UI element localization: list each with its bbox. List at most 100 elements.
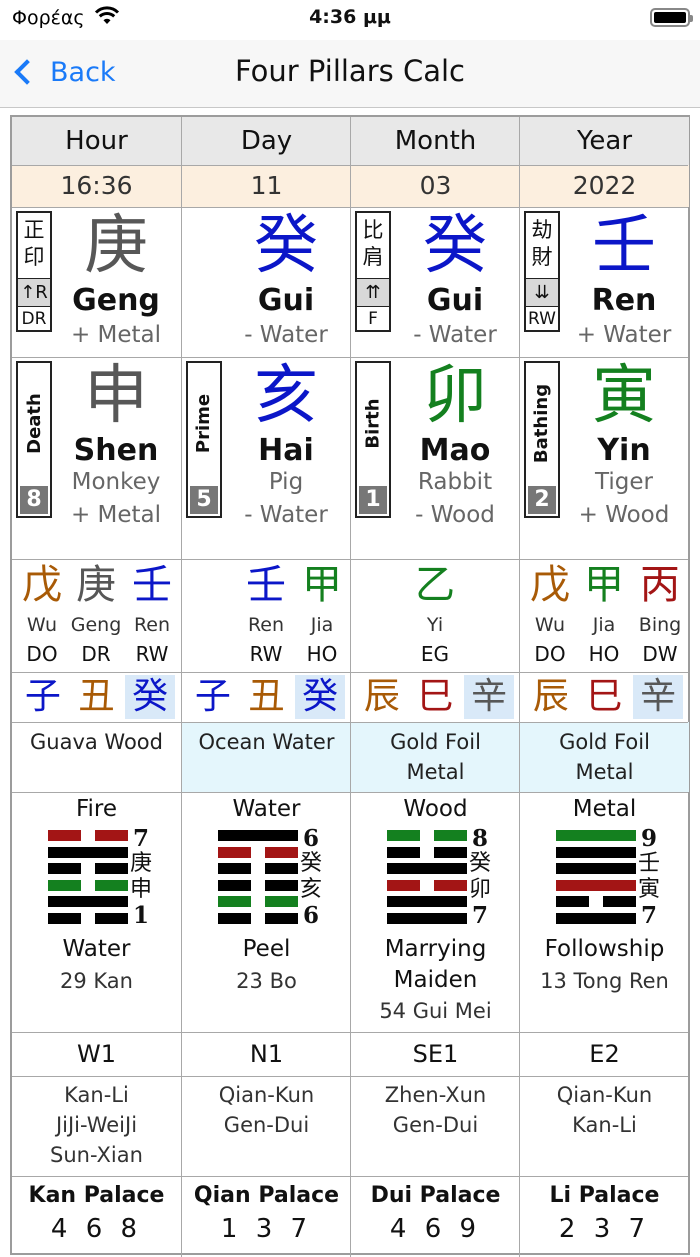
- hexagram-line: [387, 896, 467, 907]
- stem-pinyin: Gui: [257, 283, 315, 318]
- hidden-stem-god: DO: [534, 642, 566, 666]
- palace-numbers: 4 6 8: [50, 1214, 143, 1244]
- life-stage-number: 1: [359, 486, 387, 514]
- hexagram-cell[interactable]: Water 6 癸 亥 6 Peel 23 Bo: [182, 792, 351, 1032]
- earthly-branch-cell[interactable]: Death 8 申 Shen Monkey + Metal: [12, 357, 181, 559]
- branch-pinyin: Hai: [258, 433, 314, 468]
- hidden-stem-name: Ren: [133, 614, 171, 636]
- hidden-stem-god: DW: [642, 642, 678, 666]
- hexagram-cell[interactable]: Fire 7 庚 申 1 Water 29 Kan: [12, 792, 181, 1032]
- life-stage-box: Death 8: [16, 361, 52, 518]
- row-divider: [12, 722, 688, 723]
- combination-row: 辰巳辛: [520, 672, 689, 722]
- stem-character: 壬: [592, 209, 656, 283]
- branch-character: 卯: [423, 359, 487, 433]
- branch-character: 亥: [254, 359, 318, 433]
- heavenly-stem-cell[interactable]: 癸 Gui - Water: [182, 207, 351, 357]
- ten-god-box: 比 肩 ⇈ F: [355, 211, 391, 332]
- pillar-date: 11: [182, 165, 351, 207]
- hexagram-name: 23 Bo: [236, 969, 297, 993]
- combination-char: 辛: [633, 675, 684, 719]
- hidden-stem-character: 乙: [415, 562, 455, 608]
- palace-numbers: 1 3 7: [220, 1214, 313, 1244]
- hexagram-pillar-chars: 庚 申: [129, 851, 152, 902]
- row-divider: [12, 1176, 688, 1177]
- hidden-stem-god: HO: [306, 642, 338, 666]
- heavenly-stem-cell[interactable]: 比 肩 ⇈ F 癸 Gui - Water: [351, 207, 520, 357]
- hexagram-lines: [48, 830, 128, 929]
- life-stage-text: Prime: [193, 393, 215, 453]
- hidden-stem-name: Bing: [638, 614, 682, 636]
- palace-name: Kan Palace: [28, 1183, 165, 1208]
- stem-element: - Water: [413, 322, 497, 348]
- combination-char: 丑: [78, 676, 115, 717]
- palace-name: Dui Palace: [370, 1183, 501, 1208]
- palace-numbers: 4 6 9: [389, 1214, 482, 1244]
- hexagram-cell[interactable]: Wood 8 癸 卯 7 Marrying Maiden 54 Gui Mei: [351, 792, 520, 1032]
- trigram-pairs: Qian-Kun Kan-Li: [556, 1083, 653, 1137]
- life-stage-number: 8: [20, 486, 48, 514]
- hexagram-line: [387, 879, 467, 891]
- pillar-date: 03: [351, 165, 520, 207]
- heavenly-stem-cell[interactable]: 劫 財 ⇊ RW 壬 Ren + Water: [520, 207, 689, 357]
- hidden-stem: 甲 Jia HO: [576, 559, 632, 669]
- hidden-stem-god: EG: [420, 642, 450, 666]
- hidden-stem-name: Wu: [534, 614, 566, 636]
- branch-animal: Pig: [268, 469, 304, 495]
- ten-god-chars: 劫 財: [526, 213, 558, 279]
- hexagram-line: [218, 863, 298, 874]
- hidden-stem: 乙 Yi EG: [407, 559, 463, 669]
- hidden-stem-god: RW: [249, 642, 283, 666]
- earthly-branch-cell[interactable]: Bathing 2 寅 Yin Tiger + Wood: [520, 357, 689, 559]
- hidden-stem-god: RW: [135, 642, 169, 666]
- hidden-stem-character: 壬: [132, 562, 172, 608]
- life-stage-box: Birth 1: [355, 361, 391, 518]
- hidden-stem: 戊 Wu DO: [14, 559, 70, 669]
- status-time: 4:36 μμ: [309, 6, 391, 28]
- stem-element: + Water: [576, 322, 672, 348]
- hexagram-lower-trigram: Peel: [242, 936, 291, 962]
- hexagram-line: [556, 896, 636, 907]
- hexagram-upper-trigram: Metal: [572, 796, 637, 822]
- branch-character: 寅: [592, 359, 656, 433]
- pillar-header: Day: [182, 117, 351, 165]
- hidden-stem: 壬 Ren RW: [124, 559, 180, 669]
- life-stage-label: Death: [18, 363, 50, 483]
- pillar-column-year: Year 2022 劫 財 ⇊ RW 壬 Ren + Water Bathing 2 寅 Yin Tig…: [519, 117, 689, 1257]
- hidden-stem-character: 戊: [22, 562, 62, 608]
- hexagram-line: [387, 863, 467, 874]
- hexagram-cell[interactable]: Metal 9 壬 寅 7 Followship 13 Tong Ren: [520, 792, 689, 1032]
- heavenly-stem-cell[interactable]: 正 印 ↑R DR 庚 Geng + Metal: [12, 207, 181, 357]
- stem-character: 癸: [254, 209, 318, 283]
- pillar-date: 2022: [520, 165, 689, 207]
- hexagram-numbers: 6癸 亥6: [298, 826, 324, 928]
- branch-element: - Water: [244, 502, 328, 528]
- pillar-header: Month: [351, 117, 520, 165]
- hidden-stem-name: Geng: [70, 614, 122, 636]
- stem-element: - Water: [244, 322, 328, 348]
- stem-character: 庚: [84, 209, 148, 283]
- hexagram-bottom-number: 7: [640, 902, 657, 929]
- hidden-stems-cell: 壬 Ren RW 甲 Jia HO: [182, 559, 351, 672]
- life-stage-text: Bathing: [531, 383, 553, 463]
- nayin-label: Ocean Water: [182, 722, 351, 792]
- row-divider: [12, 1032, 688, 1033]
- earthly-branch-cell[interactable]: Prime 5 亥 Hai Pig - Water: [182, 357, 351, 559]
- combination-row: 子丑癸: [182, 672, 351, 722]
- row-divider: [12, 672, 688, 673]
- hexagram-top-number: 9: [640, 825, 657, 852]
- trigram-pairs: Zhen-Xun Gen-Dui: [384, 1083, 487, 1137]
- hexagram-line: [556, 912, 636, 924]
- hexagram-top-number: 7: [132, 825, 149, 852]
- row-divider: [12, 559, 688, 560]
- earthly-branch-cell[interactable]: Birth 1 卯 Mao Rabbit - Wood: [351, 357, 520, 559]
- hidden-stem-god: DO: [26, 642, 58, 666]
- flying-star-direction: SE1: [412, 1040, 459, 1068]
- branch-pinyin: Mao: [419, 433, 491, 468]
- hexagram-top-number: 8: [471, 825, 488, 852]
- ten-god-abbr: RW: [528, 309, 556, 329]
- hidden-stem-character: 丙: [640, 562, 680, 608]
- combination-char: 丑: [248, 676, 285, 717]
- pillar-header: Hour: [12, 117, 181, 165]
- hexagram-line: [48, 896, 128, 907]
